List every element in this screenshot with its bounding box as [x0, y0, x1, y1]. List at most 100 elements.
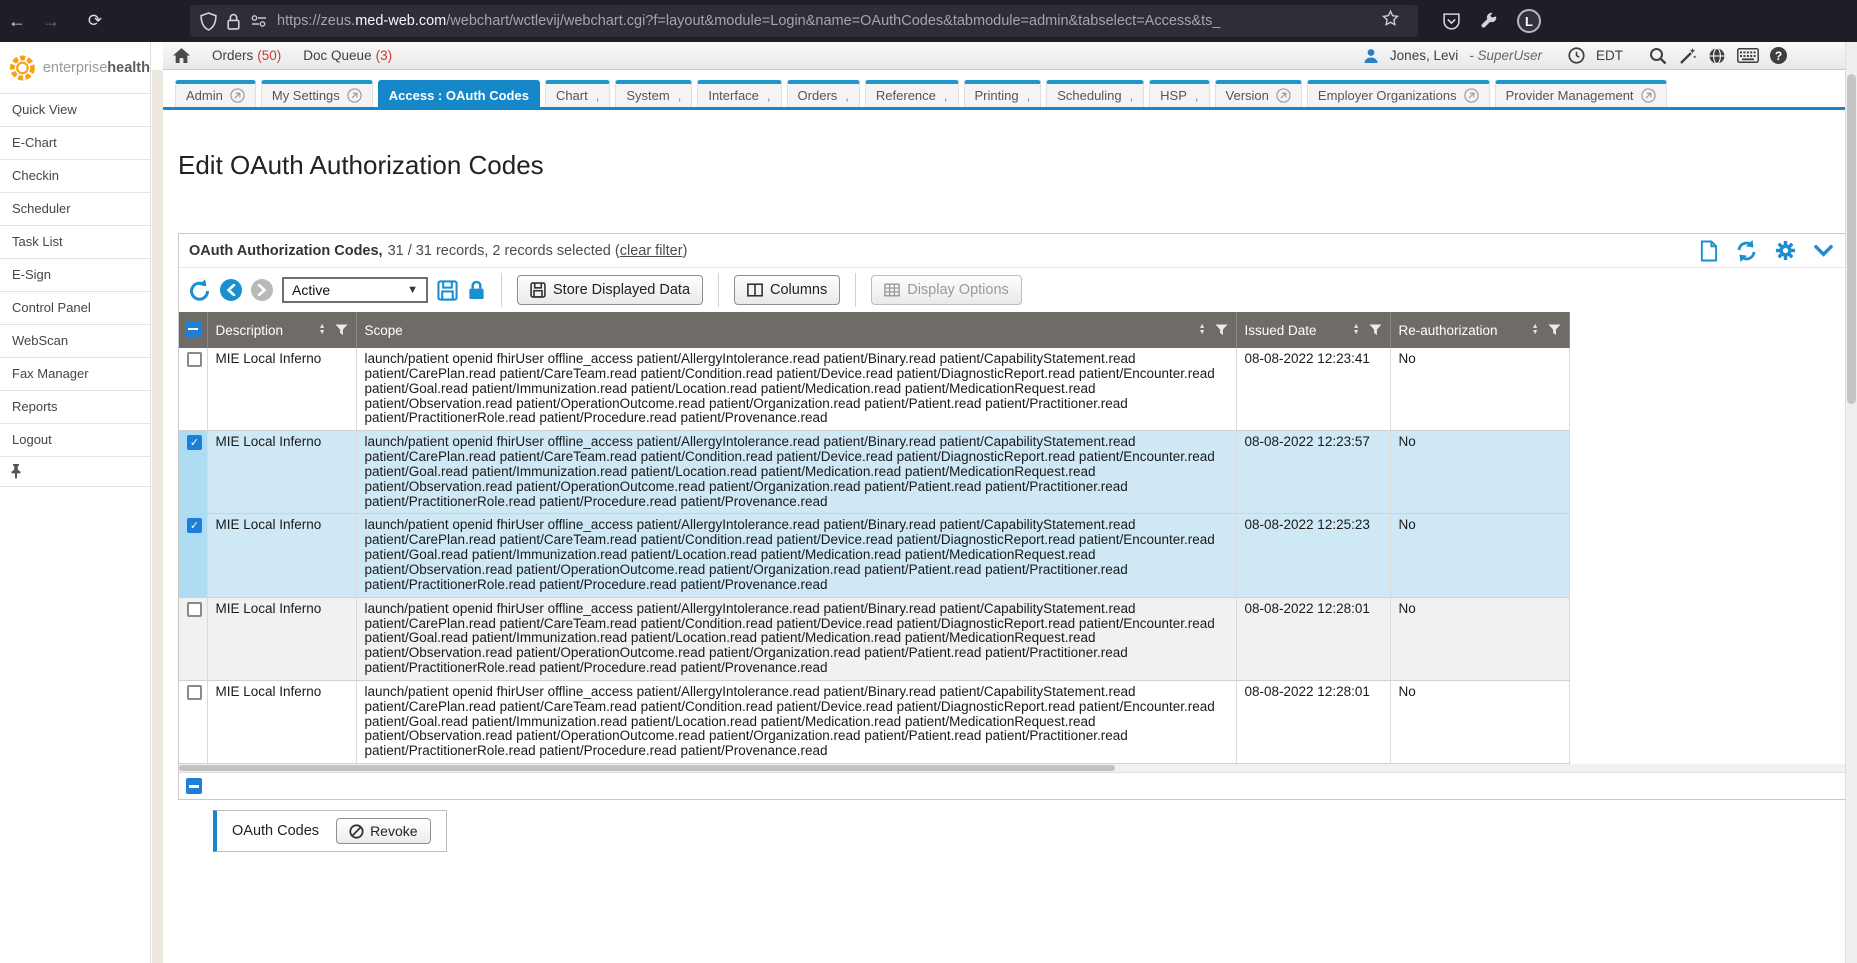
undo-icon[interactable]: [188, 279, 211, 302]
lock-icon[interactable]: [226, 13, 241, 30]
tab-label: Chart: [556, 88, 588, 103]
tab-my-settings[interactable]: My Settings: [261, 80, 373, 107]
sidebar-item-reports[interactable]: Reports: [0, 391, 150, 424]
browser-reload-button[interactable]: ⟳: [78, 11, 112, 31]
pushpin-icon: [10, 464, 22, 479]
filter-funnel-icon[interactable]: [335, 324, 348, 336]
tab-scheduling[interactable]: Scheduling: [1046, 80, 1144, 107]
keyboard-icon[interactable]: [1737, 48, 1759, 63]
tab-oauth-codes[interactable]: OAuth Codes: [232, 823, 319, 839]
external-link-icon: [1464, 88, 1479, 103]
row-checkbox[interactable]: [187, 352, 202, 367]
sidebar-item-scheduler[interactable]: Scheduler: [0, 193, 150, 226]
browser-forward-button[interactable]: →: [34, 11, 68, 32]
columns-button[interactable]: Columns: [734, 275, 840, 305]
tab-label: Access : OAuth Codes: [389, 88, 529, 103]
tab-admin[interactable]: Admin: [175, 80, 256, 107]
timezone-label[interactable]: EDT: [1596, 48, 1623, 63]
clear-filter-link[interactable]: clear filter: [620, 243, 683, 259]
sidebar-item-logout[interactable]: Logout: [0, 424, 150, 457]
prev-page-button[interactable]: [220, 279, 242, 301]
column-header-description[interactable]: Description▲▼: [207, 312, 356, 348]
save-filter-icon[interactable]: [437, 280, 458, 301]
tab-employer-organizations[interactable]: Employer Organizations: [1307, 80, 1490, 107]
filter-funnel-icon[interactable]: [1215, 324, 1228, 336]
footer-tabs: OAuth Codes Revoke: [213, 810, 447, 852]
profile-avatar[interactable]: L: [1517, 9, 1541, 33]
tab-chart[interactable]: Chart: [545, 80, 610, 107]
tab-version[interactable]: Version: [1215, 80, 1302, 107]
wand-icon[interactable]: [1678, 47, 1697, 65]
user-name[interactable]: Jones, Levi: [1390, 48, 1458, 63]
shield-icon[interactable]: [200, 12, 217, 31]
sidebar-item-task-list[interactable]: Task List: [0, 226, 150, 259]
orders-link[interactable]: Orders(50): [212, 48, 281, 63]
scope-cell: launch/patient openid fhirUser offline_a…: [356, 680, 1236, 763]
permissions-icon[interactable]: [250, 14, 268, 28]
column-header-re-authorization[interactable]: Re-authorization▲▼: [1390, 312, 1569, 348]
module-tabs: AdminMy Settings Access : OAuth Codes Char…: [163, 70, 1845, 110]
sort-icon[interactable]: ▲▼: [319, 324, 326, 336]
filter-funnel-icon[interactable]: [1369, 324, 1382, 336]
tab-access-oauth-codes[interactable]: Access : OAuth Codes: [378, 80, 540, 107]
tab-orders[interactable]: Orders: [787, 80, 860, 107]
table-row[interactable]: MIE Local Infernolaunch/patient openid f…: [179, 597, 1569, 680]
browser-toolbar: ← → ⟳ https://zeus.med-web.com/webchart/…: [0, 0, 1857, 42]
table-row[interactable]: MIE Local Infernolaunch/patient openid f…: [179, 348, 1569, 431]
sidebar-item-control-panel[interactable]: Control Panel: [0, 292, 150, 325]
sidebar-item-quick-view[interactable]: Quick View: [0, 94, 150, 127]
row-checkbox[interactable]: ✓: [187, 435, 202, 450]
gear-icon[interactable]: [1775, 240, 1796, 261]
sidebar-item-e-chart[interactable]: E-Chart: [0, 127, 150, 160]
sort-icon[interactable]: ▲▼: [1532, 324, 1539, 336]
tab-interface[interactable]: Interface: [697, 80, 781, 107]
search-icon[interactable]: [1649, 47, 1667, 65]
select-all-checkbox[interactable]: [185, 321, 201, 337]
pocket-icon[interactable]: [1442, 12, 1461, 31]
lock-filter-icon[interactable]: [467, 280, 486, 300]
tab-reference[interactable]: Reference: [865, 80, 959, 107]
help-icon[interactable]: ?: [1770, 47, 1787, 64]
sort-icon[interactable]: ▲▼: [1199, 324, 1206, 336]
tab-hsp[interactable]: HSP: [1149, 80, 1209, 107]
revoke-button[interactable]: Revoke: [336, 818, 430, 844]
globe-icon[interactable]: [1708, 47, 1726, 65]
tab-printing[interactable]: Printing: [964, 80, 1042, 107]
column-header-scope[interactable]: Scope▲▼: [356, 312, 1236, 348]
sort-icon[interactable]: ▲▼: [1353, 324, 1360, 336]
status-filter-select[interactable]: Active▼: [282, 277, 428, 303]
tab-provider-management[interactable]: Provider Management: [1495, 80, 1667, 107]
vertical-scrollbar[interactable]: [1845, 42, 1857, 963]
home-button[interactable]: [173, 48, 190, 63]
filter-funnel-icon[interactable]: [1548, 324, 1561, 336]
display-options-button[interactable]: Display Options: [871, 275, 1022, 305]
vscroll-thumb[interactable]: [1847, 74, 1856, 404]
collapse-chevron-icon[interactable]: [1813, 243, 1834, 259]
horizontal-scrollbar[interactable]: [179, 764, 1850, 772]
table-row[interactable]: ✓MIE Local Infernolaunch/patient openid …: [179, 431, 1569, 514]
next-page-button[interactable]: [251, 279, 273, 301]
sidebar-item-checkin[interactable]: Checkin: [0, 160, 150, 193]
doc-queue-link[interactable]: Doc Queue(3): [303, 48, 392, 63]
hscroll-thumb[interactable]: [179, 765, 1115, 771]
refresh-icon[interactable]: [1735, 240, 1758, 262]
table-row[interactable]: ✓MIE Local Infernolaunch/patient openid …: [179, 514, 1569, 597]
sidebar-item-webscan[interactable]: WebScan: [0, 325, 150, 358]
wrench-icon[interactable]: [1480, 12, 1498, 30]
column-header-issued-date[interactable]: Issued Date▲▼: [1236, 312, 1390, 348]
bookmark-star-icon[interactable]: [1382, 10, 1408, 32]
sidebar-pin[interactable]: [0, 457, 150, 487]
new-document-icon[interactable]: [1699, 240, 1718, 262]
select-all-header[interactable]: [179, 312, 207, 348]
browser-back-button[interactable]: ←: [0, 11, 34, 32]
row-checkbox[interactable]: [187, 685, 202, 700]
row-checkbox[interactable]: [187, 602, 202, 617]
table-row[interactable]: MIE Local Infernolaunch/patient openid f…: [179, 680, 1569, 763]
sidebar-item-e-sign[interactable]: E-Sign: [0, 259, 150, 292]
tab-system[interactable]: System: [615, 80, 692, 107]
sidebar-item-fax-manager[interactable]: Fax Manager: [0, 358, 150, 391]
store-displayed-data-button[interactable]: Store Displayed Data: [517, 275, 703, 305]
row-checkbox[interactable]: ✓: [187, 518, 202, 533]
url-bar[interactable]: https://zeus.med-web.com/webchart/wctlev…: [190, 5, 1418, 37]
footer-select-all-checkbox[interactable]: [186, 778, 202, 794]
